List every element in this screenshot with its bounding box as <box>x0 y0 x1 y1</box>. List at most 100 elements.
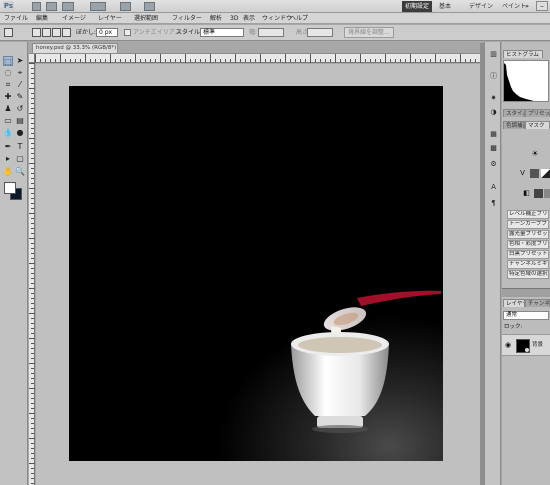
menu-layer[interactable]: レイヤー <box>98 14 122 23</box>
tab-styles[interactable]: スタイル <box>503 109 525 117</box>
antialias-label: アンチエイリアス <box>133 29 181 36</box>
menu-help[interactable]: ヘルプ <box>290 14 308 23</box>
workspace-basic-button[interactable]: 基本 <box>436 1 454 12</box>
vibrance-icon[interactable]: V <box>518 169 527 178</box>
height-input[interactable] <box>307 28 333 37</box>
shape-tool-icon[interactable]: ▢ <box>15 154 25 164</box>
adjust-preset-channel-mixer[interactable]: チャンネルミキサー <box>507 260 549 269</box>
adjustments-icon[interactable]: ✷ <box>489 94 498 103</box>
tab-layers[interactable]: レイヤー <box>503 299 525 307</box>
brush-tool-icon[interactable]: ✎ <box>15 92 25 102</box>
document-canvas-image[interactable] <box>69 86 443 461</box>
tab-adjustments[interactable]: 色調補正 <box>503 121 525 129</box>
workspace-essentials-button[interactable]: 初期設定 <box>402 1 433 12</box>
history-icon[interactable]: ⚙ <box>489 160 498 169</box>
threshold-icon[interactable] <box>544 189 550 198</box>
screen-mode-icon[interactable] <box>144 2 155 11</box>
move-tool-icon[interactable]: ➤ <box>15 56 25 66</box>
history-brush-tool-icon[interactable]: ↺ <box>15 104 25 114</box>
menu-window[interactable]: ウィンドウ <box>262 14 292 23</box>
menu-filter[interactable]: フィルター <box>172 14 202 23</box>
adjust-preset-selective-color[interactable]: 特定色域の選択 <box>507 270 549 279</box>
layer-row-background[interactable]: ◉ 背景 <box>502 334 550 356</box>
style-select[interactable]: 標準 <box>200 28 244 37</box>
lasso-tool-icon[interactable]: ◌ <box>3 68 13 78</box>
horizontal-ruler[interactable] <box>35 54 480 63</box>
menu-select[interactable]: 選択範囲 <box>134 14 158 23</box>
menu-edit[interactable]: 編集 <box>36 14 48 23</box>
intersect-selection-icon[interactable] <box>62 28 71 37</box>
histogram-chart <box>504 63 534 101</box>
zoom-level-dropdown[interactable] <box>90 2 106 11</box>
zoom-tool-icon[interactable]: 🔍 <box>15 167 25 177</box>
menu-file[interactable]: ファイル <box>4 14 28 23</box>
adjust-preset-exposure[interactable]: 露光量プリセット <box>507 230 549 239</box>
path-selection-tool-icon[interactable]: ▸ <box>3 154 13 164</box>
info-icon[interactable]: ⓘ <box>489 72 498 81</box>
crop-tool-icon[interactable]: ⌗ <box>3 80 13 90</box>
hue-saturation-icon[interactable] <box>530 169 539 178</box>
photo-filter-icon[interactable]: ◧ <box>522 189 531 198</box>
blur-tool-icon[interactable]: 💧 <box>3 128 13 138</box>
subtract-from-selection-icon[interactable] <box>52 28 61 37</box>
clone-stamp-tool-icon[interactable]: ♟ <box>3 104 13 114</box>
tool-options-bar: ぼかし: 0 px アンチエイリアス スタイル: 標準 幅: 高さ: 境界線を調… <box>0 25 550 41</box>
masks-icon[interactable]: ◑ <box>489 108 498 117</box>
swatches-icon[interactable]: ▦ <box>489 130 498 139</box>
menu-view[interactable]: 表示 <box>243 14 255 23</box>
gradient-tool-icon[interactable]: ▤ <box>15 116 25 126</box>
paragraph-icon[interactable]: ¶ <box>489 199 498 208</box>
foreground-color-swatch[interactable] <box>4 182 16 194</box>
toolbox: ⬚ ➤ ◌ ⌖ ⌗ ⁄ ✚ ✎ ♟ ↺ ▭ ▤ 💧 ● ✒ T ▸ ▢ ✋ 🔍 <box>0 42 28 485</box>
bridge-icon[interactable] <box>32 2 41 11</box>
vertical-ruler[interactable] <box>29 63 35 485</box>
histogram-icon[interactable]: ▥ <box>489 50 498 59</box>
collapsed-panel-dock: ▥ ⓘ ✷ ◑ ▦ ▩ ⚙ A ¶ <box>484 42 501 485</box>
eraser-tool-icon[interactable]: ▭ <box>3 116 13 126</box>
feather-input[interactable]: 0 px <box>96 28 118 37</box>
mini-bridge-icon[interactable] <box>46 2 57 11</box>
arrange-documents-icon[interactable] <box>120 2 131 11</box>
tab-presets[interactable]: プリセット <box>525 109 550 117</box>
refine-edge-button[interactable]: 境界線を調整... <box>344 27 394 38</box>
menu-analysis[interactable]: 解析 <box>210 14 222 23</box>
panel-divider <box>502 288 550 297</box>
document-tab[interactable]: honey.psd @ 33.3% (RGB/8*) <box>32 43 118 53</box>
menu-3d[interactable]: 3D <box>230 14 238 23</box>
type-tool-icon[interactable]: T <box>15 142 25 152</box>
eyedropper-tool-icon[interactable]: ⁄ <box>15 80 25 90</box>
pen-tool-icon[interactable]: ✒ <box>3 142 13 152</box>
menu-image[interactable]: イメージ <box>62 14 86 23</box>
eye-icon[interactable]: ◉ <box>505 341 511 349</box>
add-to-selection-icon[interactable] <box>42 28 51 37</box>
hand-tool-icon[interactable]: ✋ <box>3 167 13 177</box>
brightness-contrast-icon[interactable]: ☀ <box>530 149 540 159</box>
tool-preset-picker-icon[interactable] <box>4 28 13 37</box>
new-selection-icon[interactable] <box>32 28 41 37</box>
antialias-checkbox[interactable] <box>124 29 131 36</box>
tab-histogram[interactable]: ヒストグラム <box>503 50 543 58</box>
minimize-icon[interactable]: – <box>536 1 548 11</box>
tab-masks[interactable]: マスク <box>525 121 550 129</box>
blend-mode-select[interactable]: 通常 <box>503 311 549 320</box>
quick-selection-tool-icon[interactable]: ⌖ <box>15 68 25 78</box>
width-input[interactable] <box>258 28 284 37</box>
view-extras-icon[interactable] <box>62 2 74 11</box>
histogram-graph <box>503 60 549 102</box>
healing-brush-tool-icon[interactable]: ✚ <box>3 92 13 102</box>
tab-channels[interactable]: チャンネル <box>525 299 550 307</box>
dodge-tool-icon[interactable]: ● <box>15 128 25 138</box>
adjust-preset-levels[interactable]: レベル補正プリセット <box>507 210 549 219</box>
adjust-preset-black-white[interactable]: 白黒プリセット <box>507 250 549 259</box>
workspace-overflow-button[interactable]: » <box>522 1 532 12</box>
workspace-design-button[interactable]: デザイン <box>466 1 496 12</box>
photoshop-logo: Ps <box>3 1 14 11</box>
invert-icon[interactable] <box>534 189 543 198</box>
adjust-preset-hue-saturation[interactable]: 色相・彩度プリセット <box>507 240 549 249</box>
black-white-icon[interactable] <box>541 169 550 178</box>
feather-label: ぼかし: <box>76 29 97 36</box>
adjust-preset-curves[interactable]: トーンカーブプリセット <box>507 220 549 229</box>
character-icon[interactable]: A <box>489 183 498 192</box>
marquee-tool-icon[interactable]: ⬚ <box>3 56 13 66</box>
styles-icon[interactable]: ▩ <box>489 144 498 153</box>
